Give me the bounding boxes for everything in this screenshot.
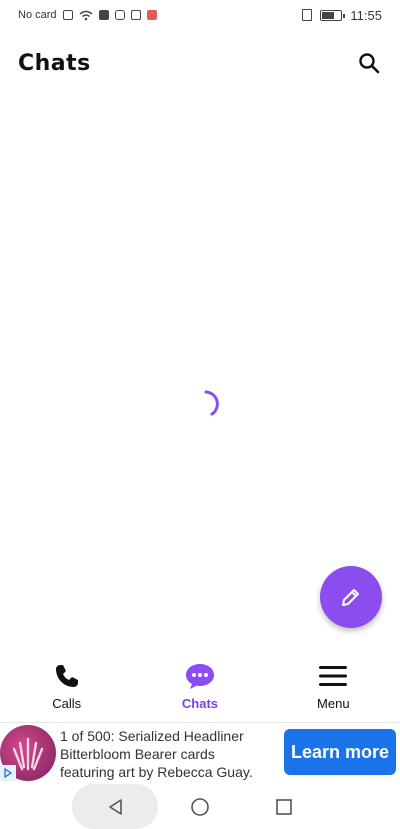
nav-item-menu[interactable]: Menu xyxy=(273,662,393,711)
phone-icon xyxy=(55,664,78,687)
status-bar: No card 11:55 xyxy=(0,0,400,30)
back-button[interactable] xyxy=(94,785,138,829)
nfc-icon xyxy=(302,9,313,21)
ad-line-2: Bitterbloom Bearer cards xyxy=(60,746,215,762)
new-chat-button[interactable] xyxy=(320,566,382,628)
app-header: Chats xyxy=(0,40,400,86)
loading-spinner-icon xyxy=(204,390,219,416)
clock-text: 11:55 xyxy=(350,7,382,23)
home-circle-icon xyxy=(191,797,209,816)
learn-more-button[interactable]: Learn more xyxy=(284,729,396,775)
gmail-icon xyxy=(130,10,141,20)
status-right: 11:55 xyxy=(302,8,382,23)
page-title: Chats xyxy=(18,50,91,76)
bottom-navigation: Calls Chats Menu xyxy=(0,650,400,722)
chat-bubble-icon xyxy=(185,663,214,689)
search-button[interactable] xyxy=(356,50,382,76)
nav-label-menu: Menu xyxy=(317,695,350,711)
nav-item-chats[interactable]: Chats xyxy=(140,662,260,711)
sim-icon xyxy=(62,10,73,20)
wifi-icon xyxy=(79,10,93,20)
ad-line-1: 1 of 500: Serialized Headliner xyxy=(60,728,244,744)
instagram-icon xyxy=(114,10,125,20)
ad-text[interactable]: 1 of 500: Serialized Headliner Bitterblo… xyxy=(60,727,280,781)
nav-label-chats: Chats xyxy=(181,695,219,711)
nav-item-calls[interactable]: Calls xyxy=(7,662,127,711)
back-triangle-icon xyxy=(109,798,122,815)
status-left: No card xyxy=(18,9,157,21)
ad-banner[interactable]: 1 of 500: Serialized Headliner Bitterblo… xyxy=(0,722,400,782)
recents-button[interactable] xyxy=(262,785,306,829)
pencil-icon xyxy=(342,589,359,606)
ad-line-3: featuring art by Rebecca Guay. xyxy=(60,764,253,780)
adchoices-icon[interactable] xyxy=(0,765,16,781)
recents-square-icon xyxy=(276,798,292,815)
facebook-icon xyxy=(98,10,109,20)
system-navigation-bar xyxy=(0,784,400,829)
battery-icon xyxy=(320,9,346,21)
app-notification-icon xyxy=(146,10,157,20)
hamburger-menu-icon xyxy=(319,665,348,686)
chat-list-area xyxy=(0,90,400,645)
search-icon xyxy=(359,53,380,74)
home-button[interactable] xyxy=(178,785,222,829)
nav-label-calls: Calls xyxy=(52,695,82,711)
carrier-text: No card xyxy=(18,9,57,21)
